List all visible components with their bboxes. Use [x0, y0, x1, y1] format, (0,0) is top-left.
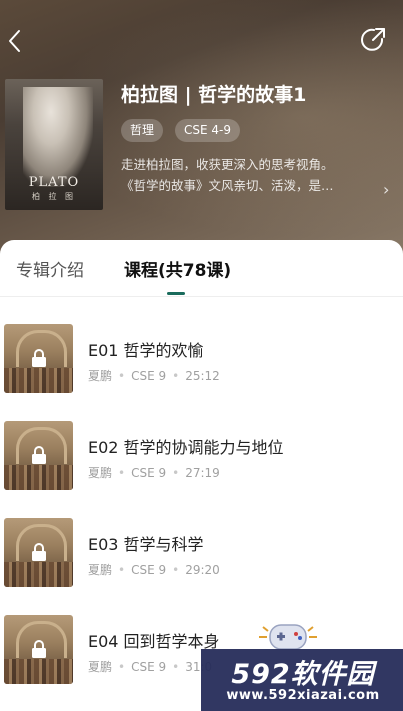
content-panel: 专辑介绍 课程(共78课) E01 哲学的欢愉 夏鹏 • CSE 9 • 25:12 E…	[0, 240, 403, 711]
lock-icon	[32, 543, 46, 561]
course-level: CSE 9	[131, 466, 167, 480]
course-author: 夏鹏	[88, 369, 113, 383]
course-thumbnail	[4, 421, 73, 490]
course-title: E02 哲学的协调能力与地位	[88, 438, 284, 457]
course-title: E04 回到哲学本身	[88, 632, 220, 651]
course-level: CSE 9	[131, 369, 167, 383]
course-duration: 29:20	[185, 563, 220, 577]
cover-title: PLATO	[28, 175, 80, 190]
course-meta: 夏鹏 • CSE 9 • 31:0	[88, 660, 213, 674]
lock-icon	[32, 349, 46, 367]
active-tab-indicator	[167, 292, 185, 295]
course-meta: 夏鹏 • CSE 9 • 25:12	[88, 369, 220, 383]
back-button[interactable]	[4, 24, 34, 58]
tab-album-intro[interactable]: 专辑介绍	[16, 256, 84, 281]
watermark-brand: 592软件园	[231, 659, 375, 690]
course-title: E03 哲学与科学	[88, 535, 204, 554]
course-item[interactable]: E01 哲学的欢愉 夏鹏 • CSE 9 • 25:12	[0, 324, 403, 394]
course-duration: 27:19	[185, 466, 220, 480]
album-header: PLATO 柏 拉 图 柏拉图 | 哲学的故事1 哲理 CSE 4-9 走进柏拉…	[0, 0, 403, 258]
course-thumbnail	[4, 615, 73, 684]
chevron-left-icon	[9, 30, 20, 52]
album-description[interactable]: 走进柏拉图，收获更深入的思考视角。 《哲学的故事》文风亲切、活泼，是…	[121, 154, 379, 196]
course-author: 夏鹏	[88, 466, 113, 480]
share-button[interactable]	[358, 25, 388, 55]
course-meta: 夏鹏 • CSE 9 • 29:20	[88, 563, 220, 577]
course-author: 夏鹏	[88, 563, 113, 577]
album-cover: PLATO 柏 拉 图	[5, 79, 103, 210]
description-line: 《哲学的故事》文风亲切、活泼，是…	[121, 178, 334, 193]
course-thumbnail	[4, 518, 73, 587]
course-title: E01 哲学的欢愉	[88, 341, 204, 360]
description-line: 走进柏拉图，收获更深入的思考视角。	[121, 157, 334, 172]
album-title: 柏拉图 | 哲学的故事1	[121, 84, 307, 106]
course-item[interactable]: E03 哲学与科学 夏鹏 • CSE 9 • 29:20	[0, 518, 403, 588]
lock-icon	[32, 446, 46, 464]
cover-subtitle: 柏 拉 图	[31, 192, 77, 201]
chevron-right-icon[interactable]: ›	[383, 180, 389, 199]
share-icon	[361, 28, 385, 51]
watermark-url: www.592xiazai.com	[226, 688, 380, 703]
course-thumbnail	[4, 324, 73, 393]
course-meta: 夏鹏 • CSE 9 • 27:19	[88, 466, 220, 480]
tab-divider	[0, 296, 403, 297]
tab-courses[interactable]: 课程(共78课)	[124, 256, 231, 281]
course-level: CSE 9	[131, 563, 167, 577]
tag-level[interactable]: CSE 4-9	[175, 119, 240, 142]
course-duration: 25:12	[185, 369, 220, 383]
tag-category[interactable]: 哲理	[121, 119, 164, 142]
course-author: 夏鹏	[88, 660, 113, 674]
lock-icon	[32, 640, 46, 658]
course-item[interactable]: E02 哲学的协调能力与地位 夏鹏 • CSE 9 • 27:19	[0, 421, 403, 491]
course-level: CSE 9	[131, 660, 167, 674]
statue-illustration	[23, 87, 93, 187]
